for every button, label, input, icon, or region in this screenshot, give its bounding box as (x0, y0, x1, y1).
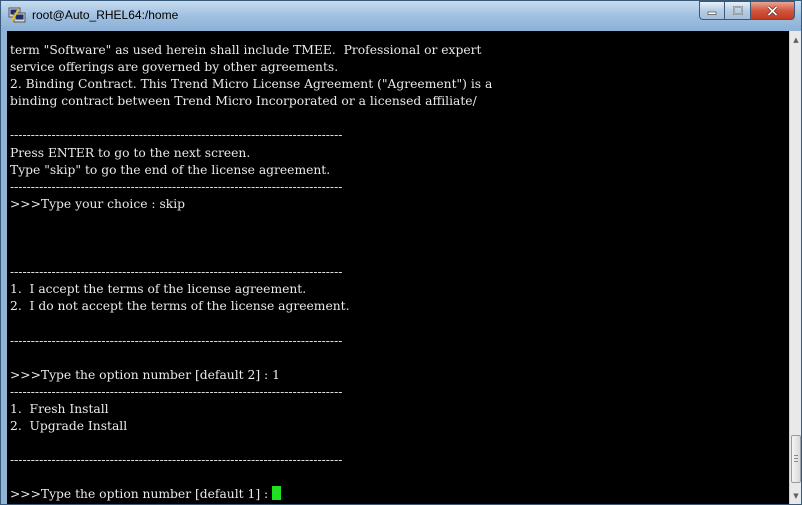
arrow-up-icon: ▲ (793, 36, 799, 44)
vertical-scrollbar[interactable]: ▲ ▼ (789, 31, 801, 504)
terminal-line: binding contract between Trend Micro Inc… (10, 94, 477, 109)
grip-line (794, 461, 798, 462)
grip-line (794, 455, 798, 456)
terminal-line: service offerings are governed by other … (10, 60, 339, 75)
terminal-line: 2. Binding Contract. This Trend Micro Li… (10, 77, 493, 92)
terminal-window: root@Auto_RHEL64:/home term "Software" a… (0, 0, 802, 505)
active-prompt-text: >>>Type the option number [default 1] : (10, 487, 273, 502)
maximize-icon (732, 6, 743, 15)
close-button[interactable] (751, 1, 795, 20)
separator-line: ----------------------------------------… (10, 179, 343, 194)
minimize-button[interactable] (699, 1, 725, 20)
option-line: 2. I do not accept the terms of the lice… (10, 299, 350, 314)
window-title: root@Auto_RHEL64:/home (32, 8, 179, 22)
separator-line: ----------------------------------------… (10, 128, 343, 143)
prompt-line: >>>Type the option number [default 2] : … (10, 367, 280, 382)
text-cursor (272, 486, 282, 501)
separator-line: ----------------------------------------… (10, 384, 343, 399)
terminal-line: Type "skip" to go the end of the license… (10, 162, 331, 177)
prompt-line: >>>Type your choice : skip (10, 196, 186, 211)
option-line: 1. Fresh Install (10, 401, 109, 416)
putty-icon[interactable] (8, 6, 26, 24)
scrollbar-thumb[interactable] (791, 435, 801, 483)
option-line: 2. Upgrade Install (10, 419, 128, 434)
terminal-line: Press ENTER to go to the next screen. (10, 145, 251, 160)
active-prompt-line[interactable]: >>>Type the option number [default 1] : (10, 486, 492, 503)
close-icon (767, 5, 778, 16)
terminal-screen[interactable]: term "Software" as used herein shall inc… (7, 31, 789, 504)
scroll-down-button[interactable]: ▼ (790, 489, 801, 503)
separator-line: ----------------------------------------… (10, 265, 343, 280)
title-bar[interactable]: root@Auto_RHEL64:/home (1, 1, 801, 29)
separator-line: ----------------------------------------… (10, 333, 343, 348)
option-line: 1. I accept the terms of the license agr… (10, 282, 307, 297)
window-controls (699, 1, 795, 21)
terminal-line: term "Software" as used herein shall inc… (10, 43, 482, 57)
separator-line: ----------------------------------------… (10, 453, 343, 468)
arrow-down-icon: ▼ (793, 492, 799, 500)
minimize-icon (707, 11, 717, 15)
terminal-output: term "Software" as used herein shall inc… (10, 42, 492, 504)
grip-line (794, 458, 798, 459)
scroll-up-button[interactable]: ▲ (790, 33, 801, 47)
maximize-button[interactable] (725, 1, 751, 20)
